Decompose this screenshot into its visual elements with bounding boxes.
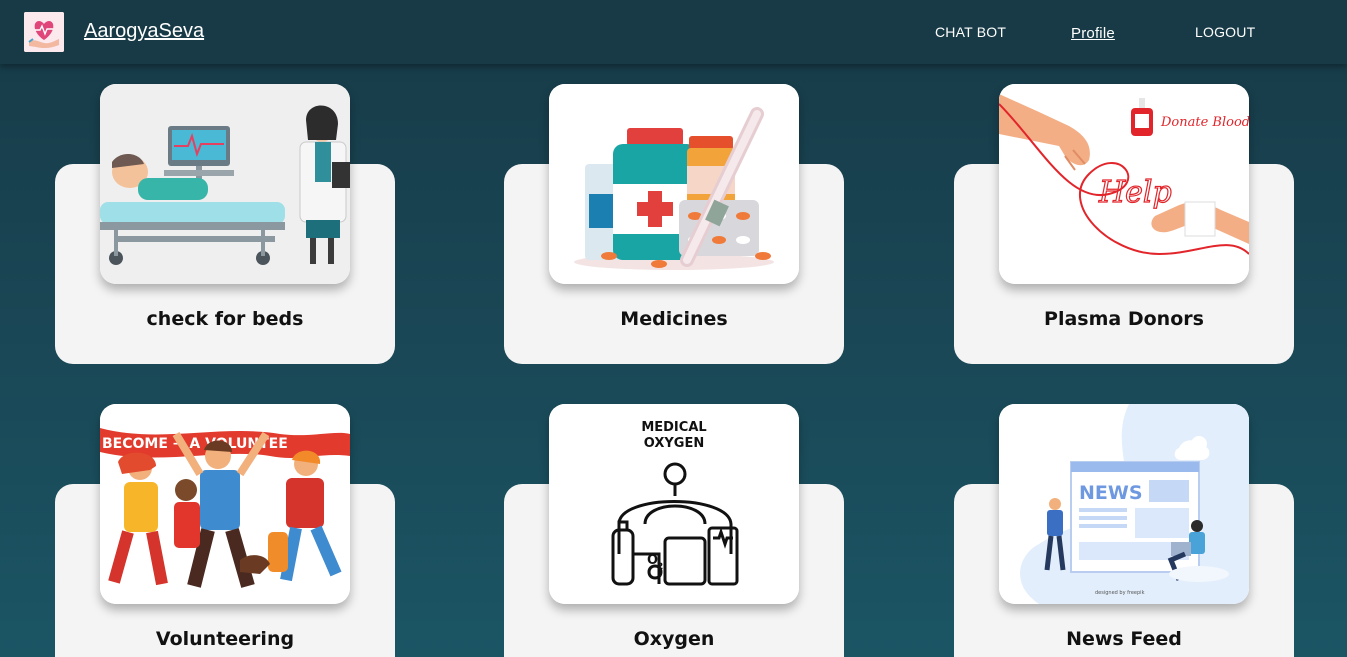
medicines-illustration-icon xyxy=(549,84,799,284)
profile-link[interactable]: Profile xyxy=(1071,25,1115,42)
logout-link[interactable]: LOGOUT xyxy=(1195,24,1255,40)
brand-link[interactable]: AarogyaSeva xyxy=(84,20,204,43)
volunteers-illustration-icon: BECOME → A VOLUNTEE xyxy=(100,404,350,604)
svg-text:2: 2 xyxy=(657,562,663,572)
card-oxygen-image[interactable]: MEDICAL OXYGEN O 2 xyxy=(549,404,799,604)
app-logo[interactable] xyxy=(24,12,64,52)
medical-oxygen-illustration-icon: MEDICAL OXYGEN O 2 xyxy=(549,404,799,604)
svg-text:Donate Blood: Donate Blood xyxy=(1160,115,1249,130)
card-plasma-donors-image[interactable]: Donate Blood Help xyxy=(999,84,1249,284)
svg-text:MEDICAL: MEDICAL xyxy=(641,420,706,435)
top-navbar: AarogyaSeva CHAT BOT Profile LOGOUT xyxy=(0,0,1347,64)
card-volunteering-image[interactable]: BECOME → A VOLUNTEE xyxy=(100,404,350,604)
card-plasma-donors-title[interactable]: Plasma Donors xyxy=(954,308,1294,330)
card-medicines-image[interactable] xyxy=(549,84,799,284)
svg-text:NEWS: NEWS xyxy=(1079,482,1143,504)
card-news-feed-image[interactable]: NEWS designed by freepik xyxy=(999,404,1249,604)
card-beds-image[interactable] xyxy=(100,84,350,284)
card-volunteering-title[interactable]: Volunteering xyxy=(55,628,395,650)
chatbot-link[interactable]: CHAT BOT xyxy=(935,24,1006,40)
news-illustration-icon: NEWS designed by freepik xyxy=(999,404,1249,604)
hospital-bed-illustration-icon xyxy=(100,84,350,284)
card-oxygen-title[interactable]: Oxygen xyxy=(504,628,844,650)
card-beds-title[interactable]: check for beds xyxy=(55,308,395,330)
card-medicines-title[interactable]: Medicines xyxy=(504,308,844,330)
donate-blood-illustration-icon: Donate Blood Help xyxy=(999,84,1249,284)
svg-text:OXYGEN: OXYGEN xyxy=(644,436,704,451)
card-news-feed-title[interactable]: News Feed xyxy=(954,628,1294,650)
heart-hand-logo-icon xyxy=(24,12,64,52)
svg-text:Help: Help xyxy=(1098,175,1172,210)
svg-text:designed by freepik: designed by freepik xyxy=(1095,590,1145,596)
